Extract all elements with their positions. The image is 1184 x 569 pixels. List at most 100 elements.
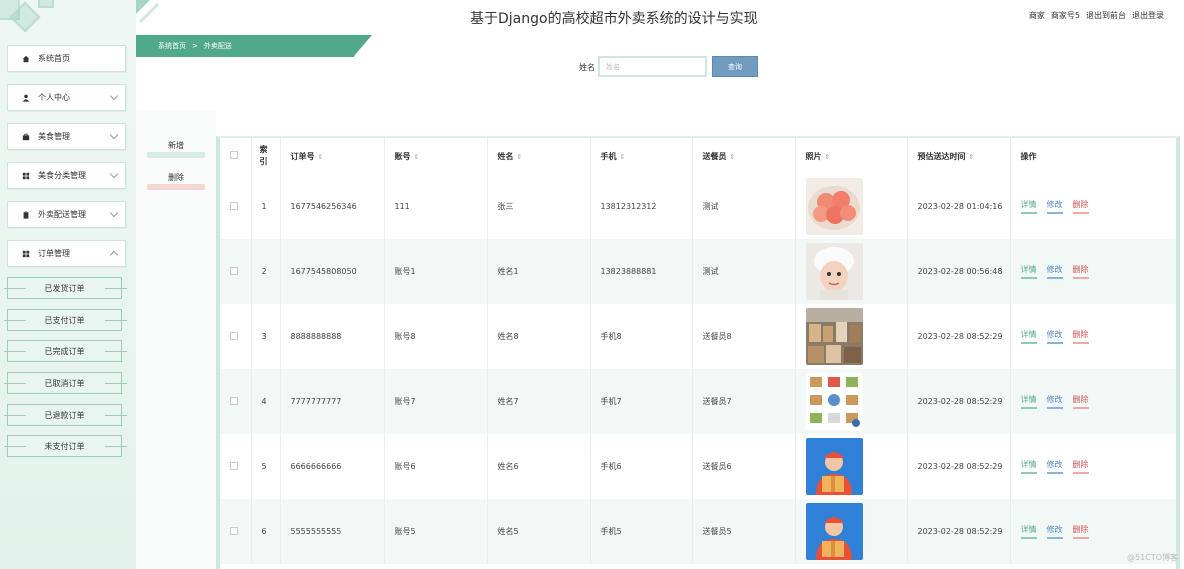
cell-actions: 详情 修改 删除 [1010,304,1176,369]
logout-link[interactable]: 退出登录 [1132,10,1164,21]
delete-button[interactable]: 删除 [1072,459,1089,474]
sidebar-subitem-shipped[interactable]: 已发货订单 [4,277,127,299]
sidebar-subitem-cancelled[interactable]: 已取消订单 [4,372,127,394]
row-checkbox[interactable] [230,331,238,340]
sidebar-item-food-category[interactable]: 美食分类管理 [7,162,126,189]
edit-button[interactable]: 修改 [1046,524,1063,539]
cell-order-no: 8888888888 [280,304,385,369]
sidebar-subitem-unpaid[interactable]: 未支付订单 [4,435,127,457]
search-button[interactable]: 查询 [712,56,758,77]
sidebar-item-delivery[interactable]: 外卖配送管理 [7,201,126,228]
row-checkbox-cell [220,239,252,304]
sidebar-item-label: 美食分类管理 [38,171,86,180]
edit-button[interactable]: 修改 [1046,394,1063,409]
header-decoration [136,0,160,24]
delete-button[interactable]: 删除 [1072,264,1089,279]
col-account[interactable]: 账号 ⇕ [384,138,488,174]
cell-name: 姓名5 [487,499,591,564]
detail-button[interactable]: 详情 [1020,524,1037,539]
col-index-line2: 引 [259,157,268,166]
delete-button[interactable]: 删除 [1072,329,1089,344]
breadcrumb-current: 外卖配送 [203,42,232,50]
detail-button[interactable]: 详情 [1020,329,1037,344]
col-name[interactable]: 姓名 ⇕ [487,138,591,174]
edit-button[interactable]: 修改 [1046,459,1063,474]
col-phone[interactable]: 手机 ⇕ [590,138,693,174]
cell-order-no: 7777777777 [280,369,385,434]
cell-name: 姓名7 [487,369,591,434]
col-label: 账号 [394,151,411,161]
add-button[interactable]: 新增 [147,138,205,158]
sort-icon[interactable]: ⇕ [730,153,736,161]
delete-button[interactable]: 删除 [1072,199,1089,214]
edit-button[interactable]: 修改 [1046,199,1063,214]
detail-button[interactable]: 详情 [1020,459,1037,474]
cell-name: 张三 [487,174,591,239]
sidebar-subitem-refunded[interactable]: 已退款订单 [4,404,127,426]
detail-button[interactable]: 详情 [1020,199,1037,214]
sidebar-item-home[interactable]: 系统首页 [7,45,126,72]
col-label: 照片 [805,151,822,161]
cell-index: 1 [251,174,281,239]
cell-phone: 13812312312 [590,174,693,239]
breadcrumb-home[interactable]: 系统首页 [158,41,186,51]
delivery-man-photo[interactable] [805,503,863,560]
peaches-photo[interactable] [805,178,863,235]
sort-icon[interactable]: ⇕ [825,153,831,161]
sidebar-item-label: 外卖配送管理 [38,210,86,219]
row-checkbox-cell [220,434,252,499]
cell-phone: 手机7 [590,369,693,434]
sidebar-subitem-label: 已支付订单 [44,315,85,325]
col-eta[interactable]: 预估送达时间 ⇕ [907,138,1011,174]
sidebar-item-food[interactable]: 美食管理 [7,123,126,150]
cell-account: 账号5 [384,499,488,564]
cell-name: 姓名6 [487,434,591,499]
cell-index: 4 [251,369,281,434]
boxes-icons-photo[interactable] [805,373,863,430]
delivery-man-photo[interactable] [805,438,863,495]
edit-button[interactable]: 修改 [1046,329,1063,344]
row-checkbox[interactable] [230,201,238,210]
front-link[interactable]: 退出到前台 [1086,10,1126,21]
cell-actions: 详情 修改 删除 [1010,174,1176,239]
store-photo[interactable] [805,308,863,365]
select-all-checkbox[interactable] [230,151,238,159]
col-courier[interactable]: 送餐员 ⇕ [692,138,796,174]
col-order-no[interactable]: 订单号 ⇕ [280,138,385,174]
bulk-delete-button[interactable]: 删除 [147,170,205,190]
sidebar-subitem-completed[interactable]: 已完成订单 [4,340,127,362]
child-photo[interactable] [805,243,863,300]
detail-button[interactable]: 详情 [1020,264,1037,279]
cell-account: 账号7 [384,369,488,434]
row-checkbox[interactable] [230,461,238,470]
edit-button[interactable]: 修改 [1046,264,1063,279]
sidebar-item-profile[interactable]: 个人中心 [7,84,126,111]
sort-icon[interactable]: ⇕ [414,153,420,161]
cell-name: 姓名1 [487,239,591,304]
col-photo[interactable]: 照片 ⇕ [795,138,908,174]
row-checkbox[interactable] [230,396,238,405]
cell-phone: 手机8 [590,304,693,369]
cell-photo [795,369,908,434]
sort-icon[interactable]: ⇕ [969,153,975,161]
sidebar-item-label: 系统首页 [38,54,70,63]
row-checkbox[interactable] [230,526,238,535]
delete-button[interactable]: 删除 [1072,394,1089,409]
row-checkbox[interactable] [230,266,238,275]
cell-eta: 2023-02-28 08:52:29 [907,369,1011,434]
sidebar-subitem-label: 已取消订单 [44,378,85,388]
delete-button[interactable]: 删除 [1072,524,1089,539]
cell-account: 账号6 [384,434,488,499]
sidebar-item-orders[interactable]: 订单管理 [7,240,126,267]
detail-button[interactable]: 详情 [1020,394,1037,409]
cell-courier: 送餐员6 [692,434,796,499]
grid-icon [22,250,30,257]
sidebar-subitem-paid[interactable]: 已支付订单 [4,309,127,331]
cell-courier: 测试 [692,174,796,239]
sort-icon[interactable]: ⇕ [620,153,626,161]
col-label: 预估送达时间 [917,151,966,161]
grid-icon [22,172,30,179]
sort-icon[interactable]: ⇕ [318,153,324,161]
sort-icon[interactable]: ⇕ [517,153,523,161]
search-name-input[interactable] [598,56,707,77]
